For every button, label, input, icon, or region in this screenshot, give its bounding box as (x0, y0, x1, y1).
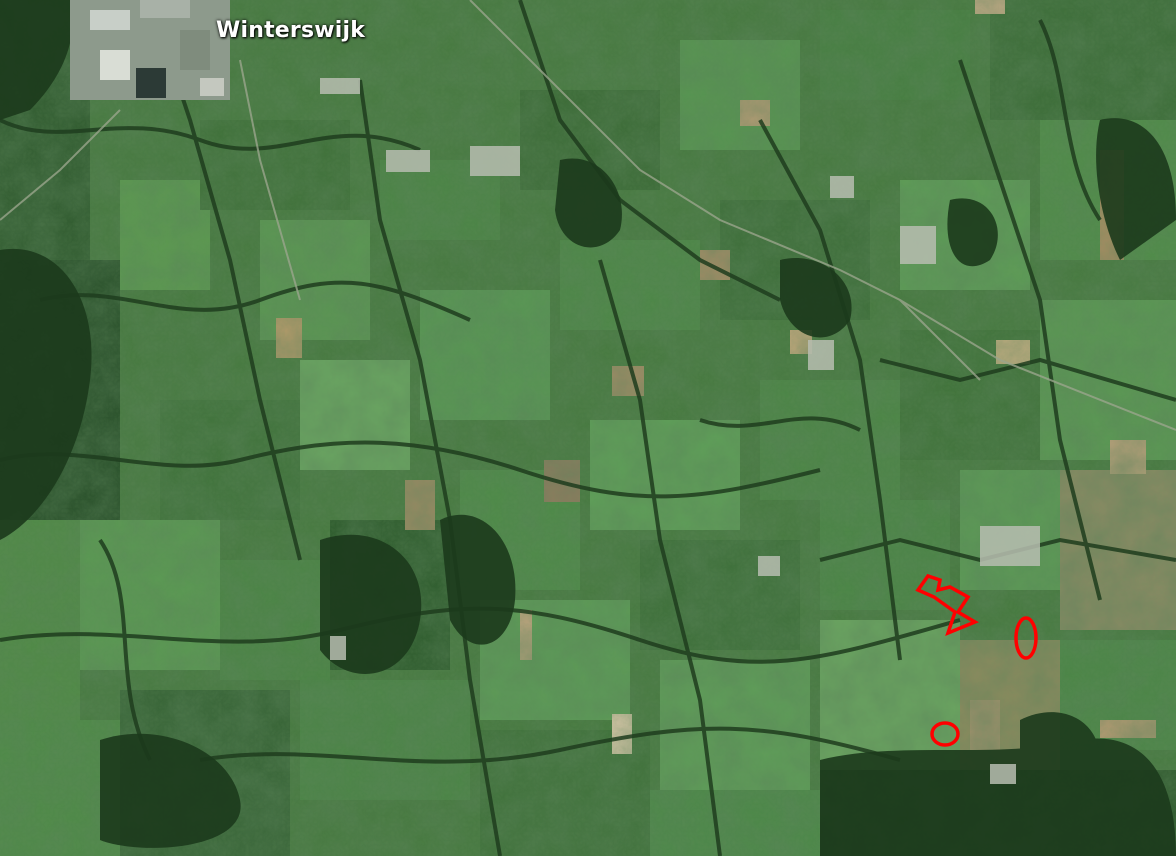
satellite-imagery (0, 0, 1176, 856)
town-area (70, 0, 230, 100)
place-label-winterswijk: Winterswijk (216, 18, 366, 43)
satellite-map[interactable]: Winterswijk (0, 0, 1176, 856)
